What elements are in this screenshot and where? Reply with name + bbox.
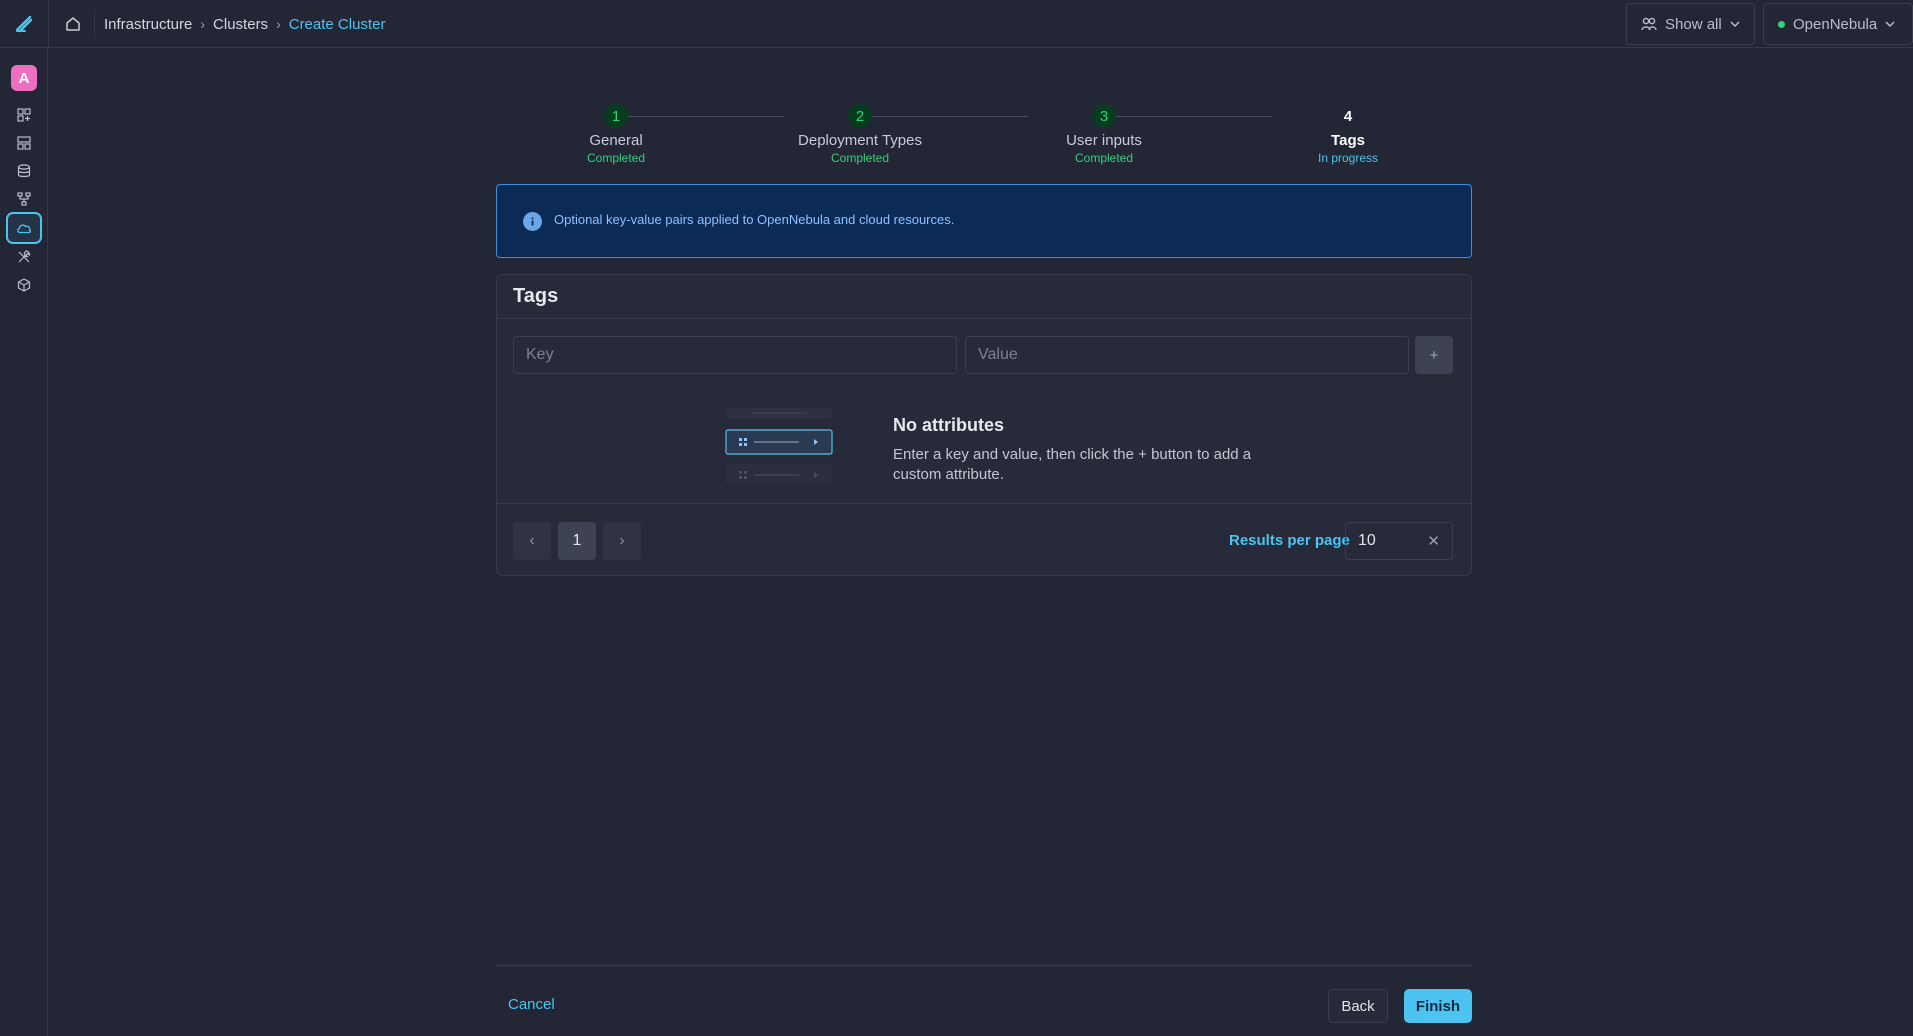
step-status: Completed xyxy=(830,151,890,165)
environment-status-dot xyxy=(1778,20,1785,28)
show-all-label: Show all xyxy=(1665,15,1722,33)
sidebar: A xyxy=(0,48,48,1036)
step-general[interactable]: 1 General Completed xyxy=(536,104,696,165)
breadcrumb: Infrastructure › Clusters › Create Clust… xyxy=(104,0,385,48)
breadcrumb-separator-line xyxy=(94,10,95,38)
empty-state-description: Enter a key and value, then click the + … xyxy=(893,446,1252,483)
step-status: In progress xyxy=(1317,151,1379,165)
step-title: Tags xyxy=(1331,132,1365,149)
cancel-button[interactable]: Cancel xyxy=(508,996,555,1013)
cloud-icon[interactable] xyxy=(6,212,42,244)
clear-icon[interactable]: ✕ xyxy=(1427,532,1440,550)
results-per-page-value: 10 xyxy=(1358,532,1376,549)
previous-page-button[interactable]: ‹ xyxy=(513,522,551,560)
empty-state-title: No attributes xyxy=(893,415,1005,435)
chevron-right-icon: › xyxy=(619,532,625,549)
dashboard-icon[interactable] xyxy=(6,101,42,129)
step-user-inputs[interactable]: 3 User inputs Completed xyxy=(1024,104,1184,165)
topbar-divider xyxy=(48,0,49,48)
step-title: Deployment Types xyxy=(798,132,922,149)
tags-card-header: Tags xyxy=(497,275,1471,319)
environment-label: OpenNebula xyxy=(1793,15,1878,33)
tags-title: Tags xyxy=(513,285,559,307)
info-icon xyxy=(523,211,542,231)
chevron-right-icon: › xyxy=(200,16,206,32)
alert-message: Optional key-value pairs applied to Open… xyxy=(554,211,955,227)
key-input[interactable] xyxy=(513,336,957,374)
home-icon[interactable] xyxy=(62,14,84,34)
environment-dropdown[interactable]: OpenNebula xyxy=(1763,3,1913,45)
network-icon[interactable] xyxy=(6,185,42,213)
chevron-left-icon: ‹ xyxy=(529,532,535,549)
wizard-stepper: 1 General Completed 2 Deployment Types C… xyxy=(496,104,1472,166)
info-alert: Optional key-value pairs applied to Open… xyxy=(496,184,1472,258)
show-all-dropdown[interactable]: Show all xyxy=(1626,3,1755,45)
users-icon xyxy=(1641,17,1657,31)
step-title: General xyxy=(589,132,643,149)
top-bar: Infrastructure › Clusters › Create Clust… xyxy=(0,0,1913,48)
step-status: Completed xyxy=(586,151,646,165)
topbar-actions: Show all OpenNebula xyxy=(1626,0,1913,48)
step-number: 4 xyxy=(1343,107,1353,125)
chevron-down-icon xyxy=(1885,21,1895,28)
step-deployment-types[interactable]: 2 Deployment Types Completed xyxy=(780,104,940,165)
avatar[interactable]: A xyxy=(11,65,37,91)
step-status: Completed xyxy=(1074,151,1134,165)
page-button-current[interactable]: 1 xyxy=(558,522,596,560)
actions-divider xyxy=(496,965,1472,966)
tags-card: Tags + xyxy=(496,274,1472,576)
main-content: 1 General Completed 2 Deployment Types C… xyxy=(48,48,1913,1036)
breadcrumb-item-infrastructure[interactable]: Infrastructure xyxy=(104,16,192,33)
add-tag-button[interactable]: + xyxy=(1415,336,1453,374)
results-per-page-label: Results per page xyxy=(1229,532,1350,549)
breadcrumb-current: Create Cluster xyxy=(288,15,386,33)
empty-list-illustration-icon xyxy=(725,408,833,486)
card-footer-divider xyxy=(497,503,1471,504)
step-number: 1 xyxy=(604,104,628,128)
step-title: User inputs xyxy=(1066,132,1142,149)
app-logo-icon[interactable] xyxy=(12,12,36,36)
step-number: 3 xyxy=(1092,104,1116,128)
instances-icon[interactable] xyxy=(6,129,42,157)
back-button[interactable]: Back xyxy=(1328,989,1388,1023)
tools-icon[interactable] xyxy=(6,243,42,271)
value-input[interactable] xyxy=(965,336,1409,374)
step-number: 2 xyxy=(848,104,872,128)
storage-icon[interactable] xyxy=(6,157,42,185)
results-per-page-select[interactable]: 10 ✕ xyxy=(1345,522,1453,560)
step-tags[interactable]: 4 Tags In progress xyxy=(1268,104,1428,166)
modules-icon[interactable] xyxy=(6,271,42,299)
finish-button[interactable]: Finish xyxy=(1404,989,1472,1023)
breadcrumb-item-clusters[interactable]: Clusters xyxy=(213,16,268,33)
next-page-button[interactable]: › xyxy=(603,522,641,560)
chevron-down-icon xyxy=(1730,21,1740,28)
chevron-right-icon: › xyxy=(276,16,281,32)
